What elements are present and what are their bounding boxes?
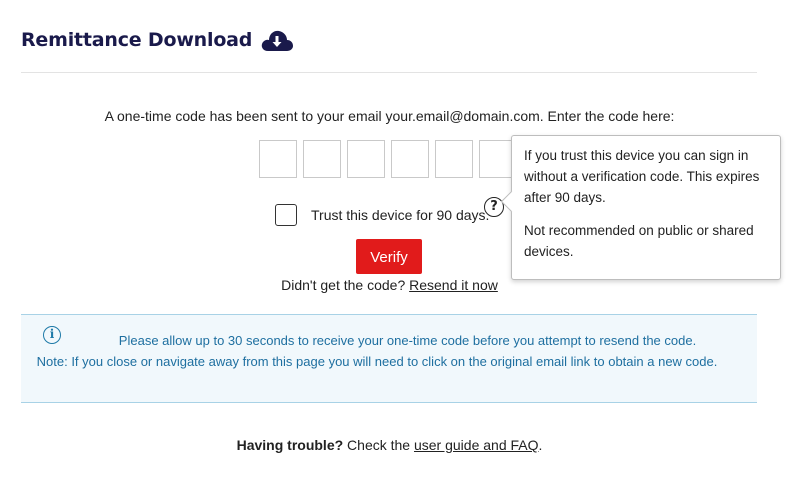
info-notice: i Please allow up to 30 seconds to recei… xyxy=(21,314,757,403)
trouble-end: . xyxy=(538,437,543,453)
resend-prefix: Didn't get the code? xyxy=(281,277,410,293)
info-line-2: Note: If you close or navigate away from… xyxy=(36,354,718,369)
verify-button[interactable]: Verify xyxy=(356,239,422,274)
trust-device-row: Trust this device for 90 days. xyxy=(275,204,489,226)
resend-link[interactable]: Resend it now xyxy=(409,277,498,293)
trouble-text: Check the xyxy=(343,437,414,453)
info-text: Please allow up to 30 seconds to receive… xyxy=(21,330,757,372)
trust-device-tooltip: If you trust this device you can sign in… xyxy=(500,135,781,280)
page-title: Remittance Download xyxy=(21,29,253,51)
tooltip-paragraph-1: If you trust this device you can sign in… xyxy=(524,148,760,205)
info-line-1: Please allow up to 30 seconds to receive… xyxy=(118,333,697,348)
code-digit-5[interactable] xyxy=(435,140,473,178)
code-digit-3[interactable] xyxy=(347,140,385,178)
code-digit-2[interactable] xyxy=(303,140,341,178)
trouble-footer: Having trouble? Check the user guide and… xyxy=(0,437,779,453)
code-prompt: A one-time code has been sent to your em… xyxy=(104,108,675,124)
tooltip-arrow xyxy=(500,190,523,213)
cloud-download-icon xyxy=(260,26,294,54)
trust-device-checkbox[interactable] xyxy=(275,204,297,226)
code-input-group xyxy=(259,140,523,178)
user-guide-link[interactable]: user guide and FAQ xyxy=(414,437,539,453)
header-divider xyxy=(21,72,757,73)
trouble-heading: Having trouble? xyxy=(236,437,344,453)
page-header: Remittance Download xyxy=(21,22,294,58)
tooltip-paragraph-2: Not recommended on public or shared devi… xyxy=(524,223,754,259)
trust-device-label[interactable]: Trust this device for 90 days. xyxy=(311,207,489,223)
code-digit-1[interactable] xyxy=(259,140,297,178)
code-digit-4[interactable] xyxy=(391,140,429,178)
